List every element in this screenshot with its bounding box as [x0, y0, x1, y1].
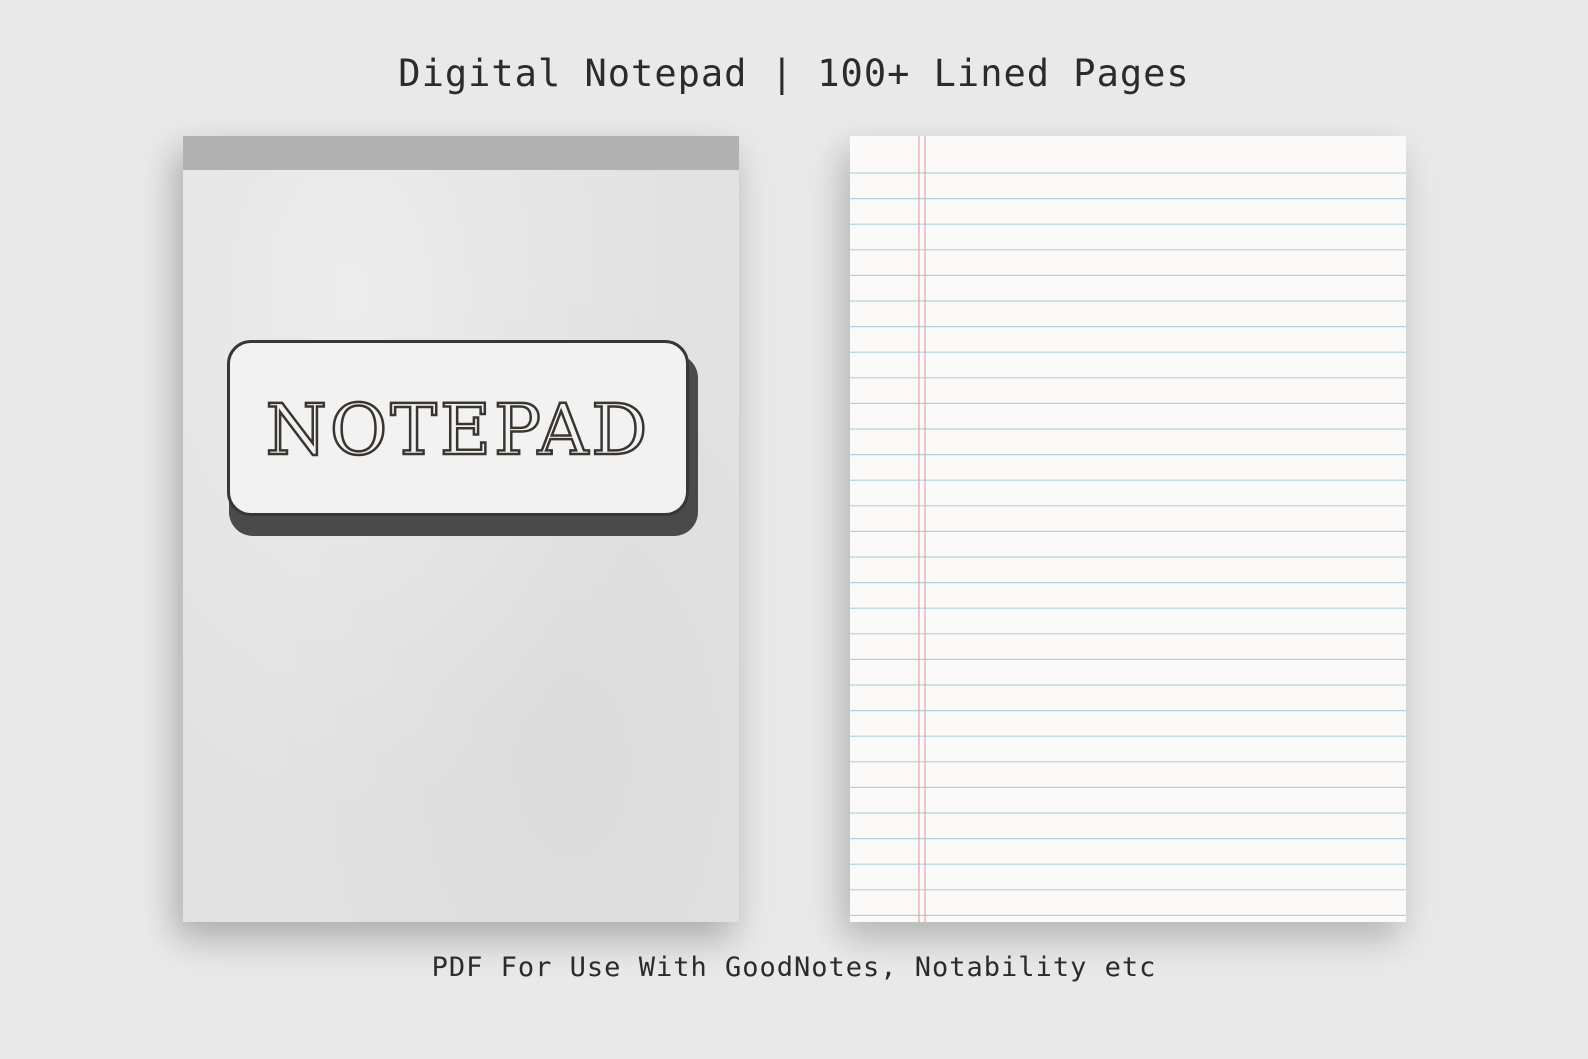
cover-label-text: NOTEPAD: [264, 389, 651, 471]
subtitle: PDF For Use With GoodNotes, Notability e…: [431, 952, 1157, 983]
cover-binding-strip: [183, 136, 739, 170]
lined-page: [850, 136, 1406, 922]
page-title: Digital Notepad | 100+ Lined Pages: [398, 52, 1190, 95]
page-rule-lines: [850, 136, 1406, 922]
cover-label: NOTEPAD: [227, 340, 689, 516]
notepad-cover: NOTEPAD: [183, 136, 739, 922]
